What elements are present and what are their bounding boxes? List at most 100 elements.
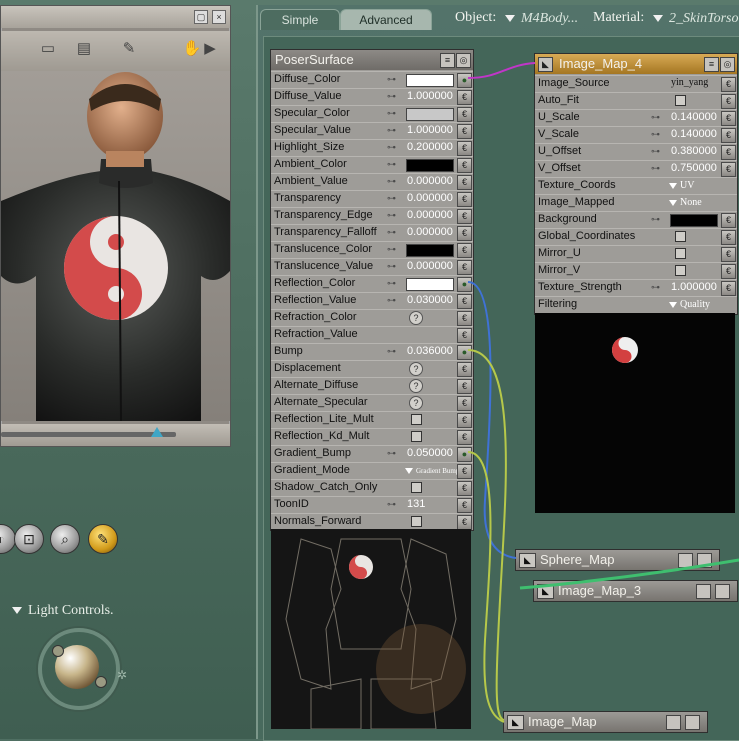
input-plug-icon[interactable]: € [457,430,472,445]
input-plug-icon[interactable]: € [457,498,472,513]
input-plug-icon[interactable]: € [721,162,736,177]
help-icon[interactable]: ? [409,311,423,325]
disclosure-triangle-icon[interactable] [12,607,22,615]
select-button[interactable]: ⊡ [14,524,44,554]
input-plug-icon[interactable]: € [457,515,472,530]
edit-icon[interactable]: ✎ [116,39,142,59]
node-menu-icon[interactable]: ≡ [704,57,719,72]
camera-icon[interactable]: ▭ [35,39,61,59]
node-menu-icon[interactable] [696,584,711,599]
input-plug-icon[interactable]: € [457,107,472,122]
param-value[interactable]: 0.140000 [671,128,717,140]
param-row[interactable]: Background ⊶ € [535,211,737,228]
param-row[interactable]: Specular_Value ⊶ 1.000000 € [271,122,473,139]
param-row[interactable]: U_Offset ⊶ 0.380000 € [535,143,737,160]
param-value[interactable]: 0.000000 [407,175,453,187]
param-value[interactable]: 0.036000 [407,345,453,357]
preview-toggle-icon[interactable]: ◎ [456,53,471,68]
param-row[interactable]: Normals_Forward € [271,513,473,530]
preview-toggle-icon[interactable] [715,584,730,599]
param-row[interactable]: Refraction_Value € [271,326,473,343]
param-row[interactable]: Alternate_Specular? € [271,394,473,411]
param-row[interactable]: Gradient_Mode Gradient Bump € [271,462,473,479]
key-icon[interactable]: ⊶ [387,211,405,220]
key-icon[interactable]: ⊶ [651,283,669,292]
input-plug-icon[interactable]: € [721,230,736,245]
param-value[interactable]: 0.750000 [671,162,717,174]
input-plug-icon[interactable]: € [457,294,472,309]
key-icon[interactable]: ⊶ [387,279,405,288]
viewport-scene[interactable] [1,71,230,421]
param-row[interactable]: Shadow_Catch_Only € [271,479,473,496]
param-row[interactable]: Filtering Quality [535,296,737,312]
param-row[interactable]: Ambient_Value ⊶ 0.000000 € [271,173,473,190]
node-menu-icon[interactable] [678,553,693,568]
zoom-button[interactable]: ⌕ [50,524,80,554]
input-plug-icon[interactable]: € [457,158,472,173]
render-icon[interactable]: ▤ [71,39,97,59]
param-row[interactable]: Highlight_Size ⊶ 0.200000 € [271,139,473,156]
param-dropdown[interactable]: Quality [669,299,710,310]
param-row[interactable]: Reflection_Color ⊶ ● [271,275,473,292]
node-collapse-icon[interactable]: ◣ [537,584,554,599]
input-plug-icon[interactable]: € [721,247,736,262]
timeline-track[interactable] [1,432,176,437]
param-row[interactable]: Diffuse_Color ⊶ ● [271,71,473,88]
input-plug-icon[interactable]: € [457,124,472,139]
input-plug-icon[interactable]: € [457,260,472,275]
timeline-thumb[interactable] [151,427,163,437]
input-plug-icon[interactable]: € [457,481,472,496]
input-plug-icon[interactable]: € [721,264,736,279]
checkbox[interactable] [675,231,686,242]
checkbox[interactable] [411,482,422,493]
param-value[interactable]: 0.050000 [407,447,453,459]
param-row[interactable]: Reflection_Value ⊶ 0.030000 € [271,292,473,309]
param-value[interactable]: 131 [407,498,425,510]
light-handle[interactable] [95,676,107,688]
input-plug-icon[interactable]: € [457,328,472,343]
param-row[interactable]: Image_Mapped None [535,194,737,210]
key-icon[interactable]: ⊶ [387,449,405,458]
input-plug-icon[interactable]: € [457,226,472,241]
light-handle[interactable] [52,645,64,657]
key-icon[interactable]: ⊶ [387,296,405,305]
image-map-3-node[interactable]: ◣ Image_Map_3 [533,580,738,602]
param-row[interactable]: Texture_Coords UV [535,177,737,193]
param-value[interactable]: 0.380000 [671,145,717,157]
key-icon[interactable]: ⊶ [387,75,405,84]
checkbox[interactable] [411,516,422,527]
maximize-icon[interactable]: ▢ [194,10,208,24]
param-row[interactable]: Auto_Fit € [535,92,737,109]
tab-advanced[interactable]: Advanced [340,9,432,30]
param-dropdown[interactable]: None [669,197,702,208]
input-plug-icon[interactable]: € [721,281,736,296]
input-plug-icon[interactable]: € [457,192,472,207]
checkbox[interactable] [411,414,422,425]
close-icon[interactable]: × [212,10,226,24]
param-row[interactable]: Bump ⊶ 0.036000 ● [271,343,473,360]
color-swatch[interactable] [406,244,454,257]
input-plug-icon[interactable]: € [721,94,736,109]
key-icon[interactable]: ⊶ [387,143,405,152]
color-swatch[interactable] [406,74,454,87]
input-plug-connected-icon[interactable]: ● [457,277,472,292]
color-swatch[interactable] [670,214,718,227]
arrow-right-icon[interactable]: ▶ [204,39,216,59]
poser-surface-node[interactable]: PoserSurface ≡ ◎ Diffuse_Color ⊶ ● Diffuse_… [270,49,474,531]
param-row[interactable]: Transparency ⊶ 0.000000 € [271,190,473,207]
input-plug-icon[interactable]: € [457,464,472,479]
preview-toggle-icon[interactable]: ◎ [720,57,735,72]
key-icon[interactable]: ⊶ [387,228,405,237]
light-controls-label[interactable]: Light Controls. [12,603,114,619]
key-icon[interactable]: ⊶ [387,126,405,135]
checkbox[interactable] [675,95,686,106]
param-value[interactable]: yin_yang [671,77,708,88]
param-value[interactable]: 0.000000 [407,209,453,221]
sphere-map-node[interactable]: ◣ Sphere_Map [515,549,720,571]
key-icon[interactable]: ⊶ [387,92,405,101]
key-icon[interactable]: ⊶ [651,147,669,156]
param-row[interactable]: V_Offset ⊶ 0.750000 € [535,160,737,177]
checkbox[interactable] [675,248,686,259]
input-plug-connected-icon[interactable]: ● [457,73,472,88]
input-plug-icon[interactable]: € [457,175,472,190]
